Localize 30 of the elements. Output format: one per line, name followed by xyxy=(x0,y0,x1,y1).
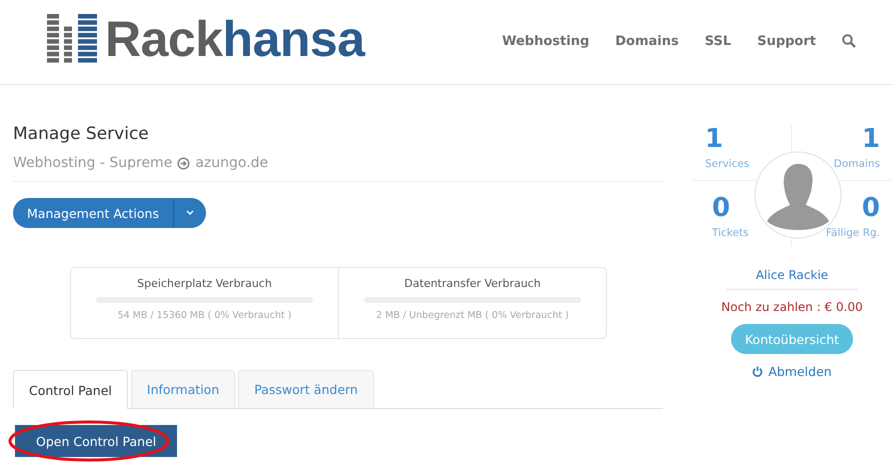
tab[interactable]: Passwort ändern xyxy=(238,370,374,408)
usage-reading: 54 MB / 15360 MB ( 0% Verbraucht ) xyxy=(118,310,292,321)
usage-title: Speicherplatz Verbrauch xyxy=(137,277,272,290)
tab[interactable]: Control Panel xyxy=(13,370,128,409)
nav-link[interactable]: Webhosting xyxy=(502,34,590,48)
balance-text: Noch zu zahlen : € 0.00 xyxy=(721,300,863,314)
usage-title: Datentransfer Verbrauch xyxy=(404,277,541,290)
usage-reading: 2 MB / Unbegrenzt MB ( 0% Verbraucht ) xyxy=(376,310,569,321)
logo-icon xyxy=(47,14,97,64)
tab[interactable]: Information xyxy=(130,370,236,408)
nav-link[interactable]: Domains xyxy=(615,34,679,48)
dropdown-button[interactable] xyxy=(174,198,206,228)
domain-name: azungo.de xyxy=(195,155,268,171)
logout-link[interactable]: Abmelden xyxy=(752,364,832,379)
management-actions-button[interactable]: Management Actions xyxy=(13,198,174,228)
logo-text[interactable]: Rackhansa xyxy=(105,14,365,64)
nav-link[interactable]: Support xyxy=(757,34,816,48)
stat-count: 0 xyxy=(712,194,730,223)
user-name[interactable]: Alice Rackie xyxy=(727,268,857,290)
power-icon xyxy=(752,366,764,377)
open-control-panel-button[interactable]: Open Control Panel xyxy=(15,425,178,457)
nav-link[interactable]: SSL xyxy=(704,34,732,48)
search-icon[interactable] xyxy=(842,34,856,48)
arrow-circle-icon xyxy=(177,156,190,170)
stat-count: 0 xyxy=(862,194,880,223)
page-title: Manage Service xyxy=(13,124,150,144)
product-name: Webhosting - Supreme xyxy=(13,155,172,171)
stat-count: 1 xyxy=(705,125,724,154)
stat-count: 1 xyxy=(862,125,880,154)
caret-icon xyxy=(186,210,194,216)
